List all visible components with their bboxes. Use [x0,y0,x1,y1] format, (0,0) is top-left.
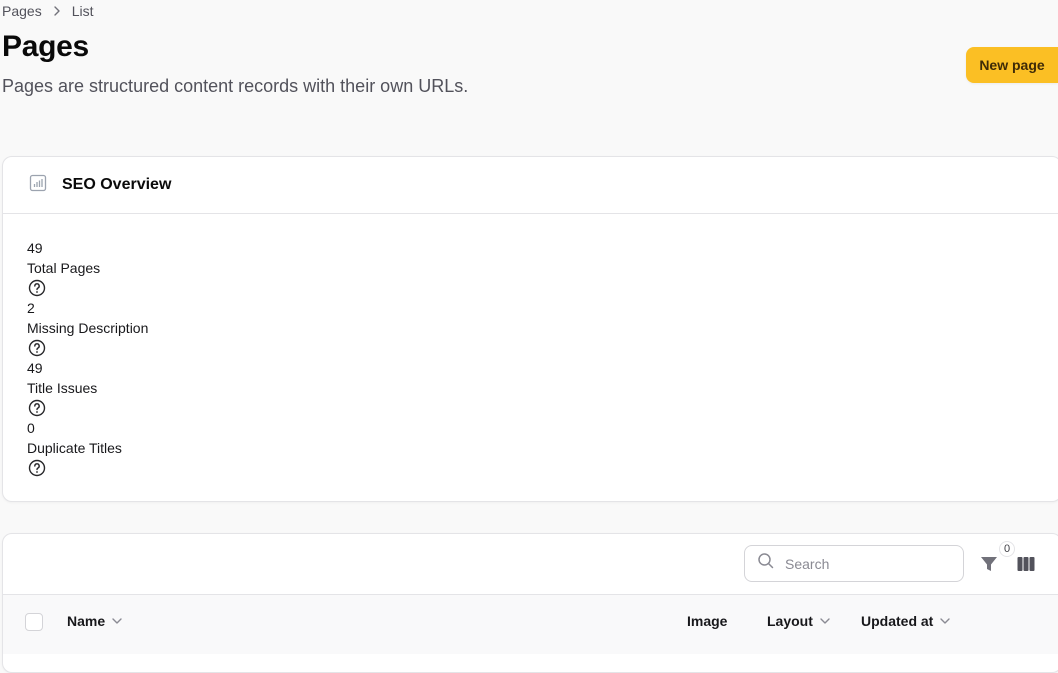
columns-icon[interactable] [1015,553,1037,575]
stat-value: 49 [27,240,43,256]
search-icon [757,552,775,575]
page-description: Pages are structured content records wit… [2,76,469,96]
column-header-layout[interactable]: Layout [767,613,831,629]
stat-value: 2 [27,300,35,316]
stat-label: Missing Description [27,320,149,336]
help-circle-icon[interactable] [27,338,47,358]
stat-value: 49 [27,360,43,376]
help-circle-icon[interactable] [27,398,47,418]
chevron-down-icon [112,618,122,624]
breadcrumb-current: List [71,3,94,19]
column-header-name[interactable]: Name [67,613,123,629]
column-header-label: Layout [767,613,813,629]
stat-label: Total Pages [27,260,101,276]
seo-stats: 49 Total Pages 2 Missing Description 49 … [3,214,1058,478]
stat-item: 49 Total Pages [27,238,1058,298]
stat-label: Duplicate Titles [27,440,122,456]
search-input[interactable] [785,555,945,572]
column-header-label: Name [67,613,106,629]
help-circle-icon[interactable] [27,458,47,478]
stat-item: 0 Duplicate Titles [27,418,1058,478]
filter-icon[interactable] [978,553,1000,575]
chevron-down-icon [820,618,830,624]
column-header-label: Image [687,613,728,629]
seo-overview-title: SEO Overview [62,176,172,193]
seo-overview-card: SEO Overview 49 Total Pages 2 Missing De… [2,156,1058,502]
help-circle-icon[interactable] [27,278,47,298]
chevron-down-icon [940,618,951,624]
column-header-image: Image [687,613,727,629]
filter-count-badge: 0 [999,541,1016,557]
breadcrumb: Pages List [2,3,94,19]
stat-label: Title Issues [27,380,98,396]
breadcrumb-pages-link[interactable]: Pages [2,3,42,19]
stat-item: 2 Missing Description [27,298,1058,358]
chart-icon [28,173,48,198]
table-toolbar: 0 [3,534,1058,594]
page-title: Pages [2,30,89,63]
new-page-button[interactable]: New page [966,47,1058,83]
column-header-label: Updated at [861,613,934,629]
chevron-right-icon [50,4,64,18]
search-box[interactable] [744,545,964,582]
column-header-updated-at[interactable]: Updated at [861,613,951,629]
stat-value: 0 [27,420,35,436]
stat-item: 49 Title Issues [27,358,1058,418]
select-all-checkbox[interactable] [25,613,43,631]
table-header-row: Name Image Layout Updated at [3,594,1058,654]
seo-overview-header: SEO Overview [3,157,1058,214]
pages-table-card: 0 Name Image Layout Updated at [2,533,1058,673]
